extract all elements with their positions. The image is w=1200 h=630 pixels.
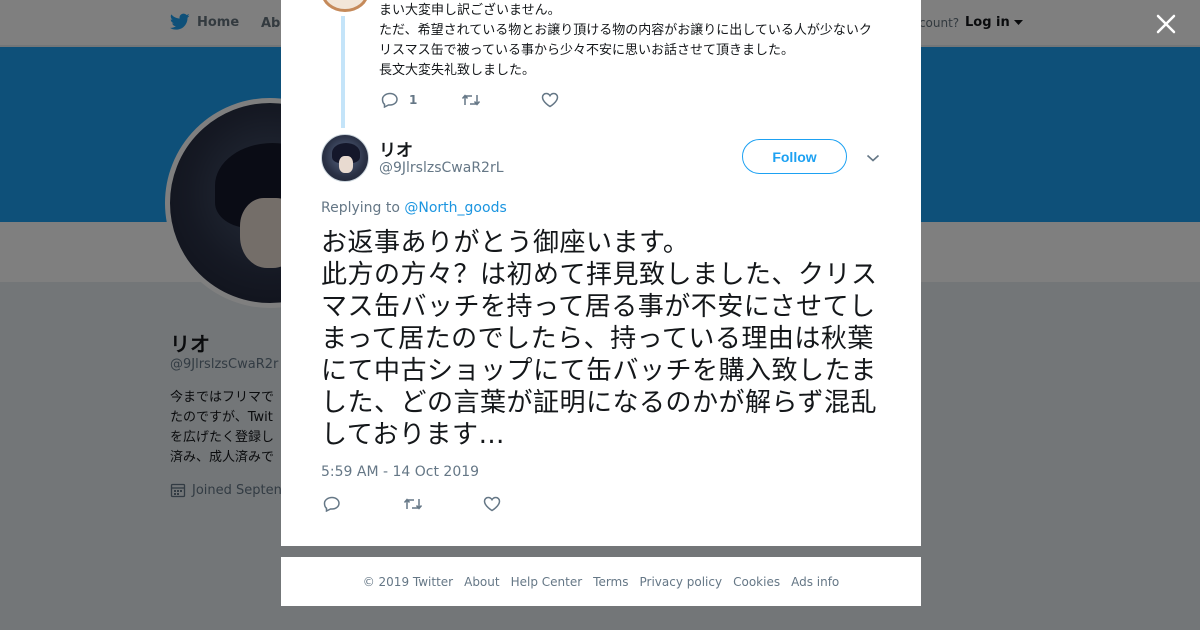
footer-link-privacy-policy[interactable]: Privacy policy xyxy=(640,575,723,589)
previous-tweet-actions: 1 xyxy=(381,92,621,108)
heart-icon xyxy=(541,92,559,108)
tweet-reply-button[interactable] xyxy=(323,496,403,512)
replying-to-prefix: Replying to xyxy=(321,200,400,216)
footer-link-help-center[interactable]: Help Center xyxy=(511,575,583,589)
tweet-permalink-modal: まい大変申し訳ございません。 ただ、希望されている物とお譲り頂ける物の内容がお譲… xyxy=(281,0,921,546)
replying-to: Replying to @North_goods xyxy=(321,200,507,216)
reply-icon xyxy=(323,496,340,512)
tweet-actions xyxy=(323,496,563,512)
reply-count: 1 xyxy=(409,93,418,107)
footer-link-ads-info[interactable]: Ads info xyxy=(791,575,839,589)
modal-footer: © 2019 Twitter About Help Center Terms P… xyxy=(281,557,921,606)
previous-tweet-text: まい大変申し訳ございません。 ただ、希望されている物とお譲り頂ける物の内容がお譲… xyxy=(379,3,872,78)
footer-link-about[interactable]: About xyxy=(464,575,499,589)
tweet-text: お返事ありがとう御座います。 此方の方々？は初めて拝見致しました、クリスマス缶バ… xyxy=(321,228,878,450)
reply-button[interactable]: 1 xyxy=(381,92,461,108)
chevron-down-icon[interactable] xyxy=(865,150,881,166)
conversation-thread-line xyxy=(341,16,345,128)
footer-link-cookies[interactable]: Cookies xyxy=(733,575,780,589)
retweet-icon xyxy=(403,498,423,510)
previous-tweet-avatar[interactable] xyxy=(321,0,369,12)
tweet-timestamp[interactable]: 5:59 AM - 14 Oct 2019 xyxy=(321,464,479,480)
retweet-button[interactable] xyxy=(461,93,541,107)
retweet-icon xyxy=(461,94,481,106)
author-handle[interactable]: @9JlrslzsCwaR2rL xyxy=(379,160,504,176)
close-icon[interactable] xyxy=(1152,10,1180,38)
tweet-retweet-button[interactable] xyxy=(403,497,483,511)
reply-icon xyxy=(381,92,398,108)
like-button[interactable] xyxy=(541,92,621,108)
footer-copyright: © 2019 Twitter xyxy=(362,574,454,589)
author-avatar[interactable] xyxy=(321,134,369,182)
heart-icon xyxy=(483,496,501,512)
tweet-like-button[interactable] xyxy=(483,496,563,512)
replying-to-mention-link[interactable]: @North_goods xyxy=(404,200,506,216)
follow-button[interactable]: Follow xyxy=(742,139,847,174)
footer-link-terms[interactable]: Terms xyxy=(593,575,628,589)
author-name[interactable]: リオ xyxy=(379,136,413,161)
